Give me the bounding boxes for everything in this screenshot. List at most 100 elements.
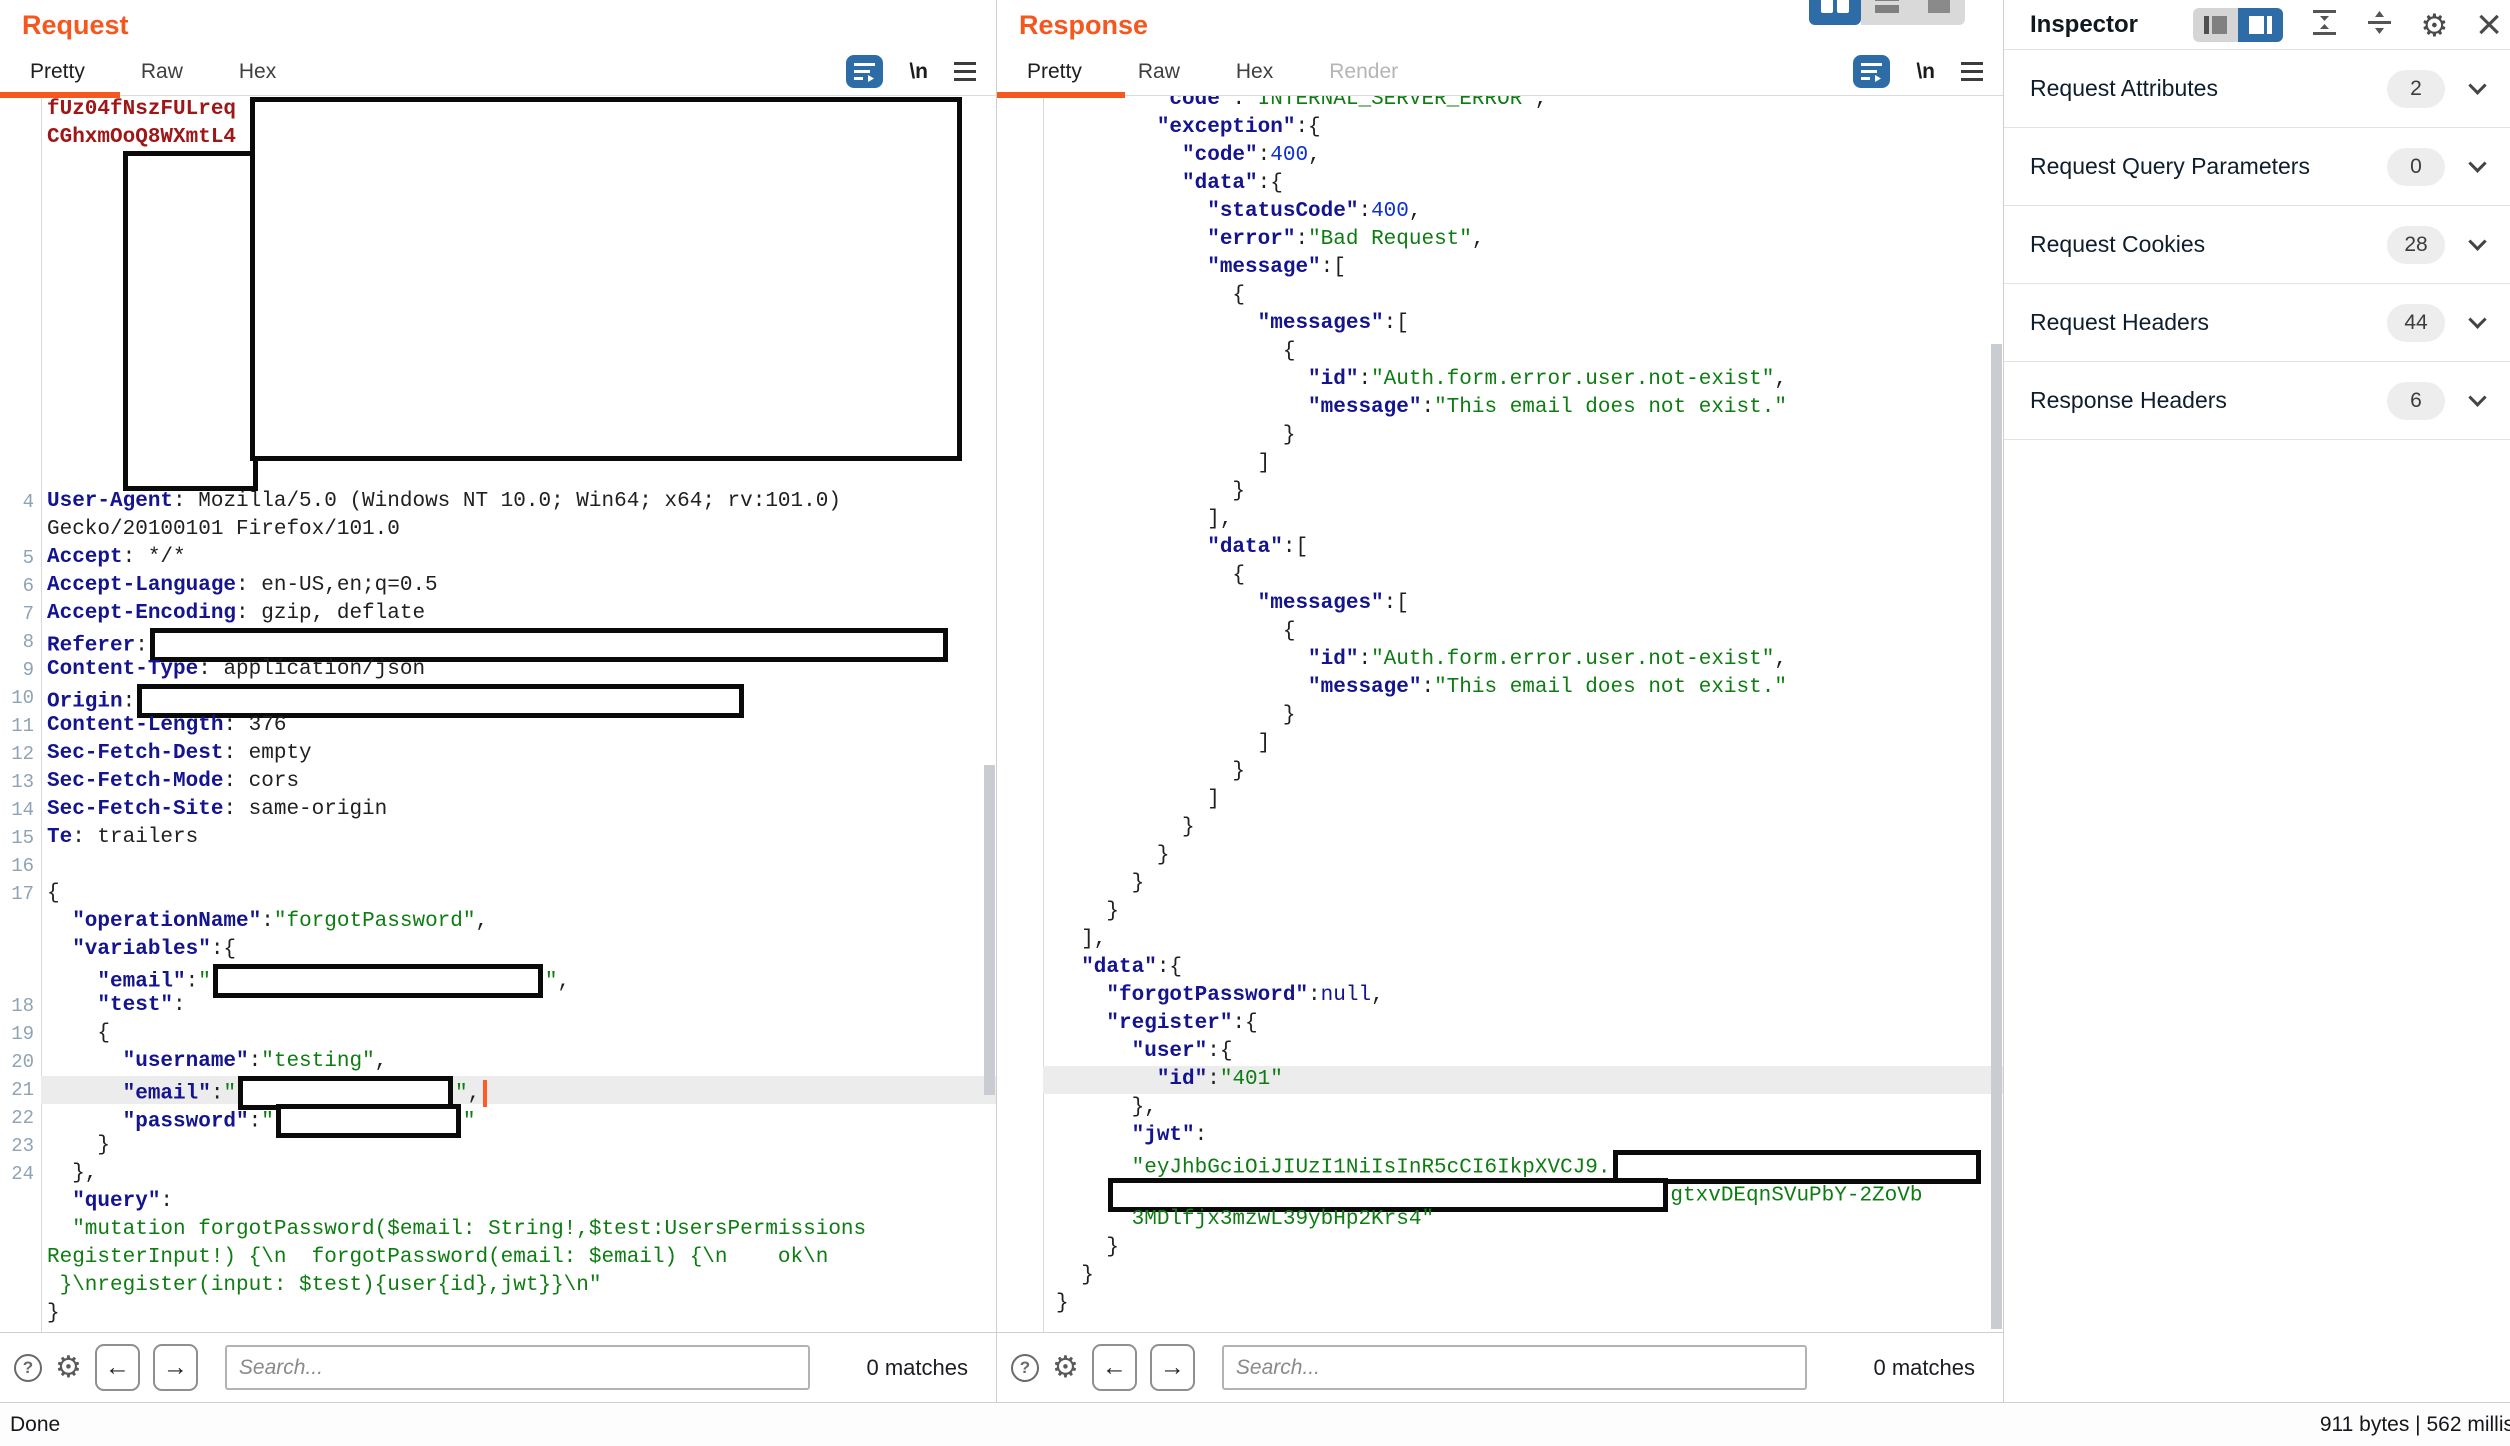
chevron-down-icon[interactable] xyxy=(2468,232,2486,250)
tab-raw[interactable]: Raw xyxy=(1138,60,1180,84)
code-line: "messages":[ xyxy=(1043,590,2003,618)
line-number xyxy=(0,908,41,936)
word-wrap-icon[interactable] xyxy=(846,55,883,88)
code-line: "message":[ xyxy=(1043,254,2003,282)
code-row: ] xyxy=(997,786,2003,814)
status-message: Done xyxy=(10,1413,60,1437)
layout-combined-icon[interactable] xyxy=(1913,0,1965,25)
code-segment: "data" xyxy=(1056,172,1258,195)
help-icon[interactable]: ? xyxy=(14,1354,42,1382)
chevron-down-icon[interactable] xyxy=(2468,388,2486,406)
code-segment: { xyxy=(47,1022,110,1045)
code-row: "exception":{ xyxy=(997,114,2003,142)
code-segment: null xyxy=(1321,984,1371,1007)
code-segment: "data" xyxy=(1056,956,1157,979)
code-row: 23 } xyxy=(0,1132,996,1160)
request-editor[interactable]: fUz04fNszFULreqCGhxmOoQ8WXmtL44User-Agen… xyxy=(0,96,996,1332)
tab-render[interactable]: Render xyxy=(1329,60,1398,84)
code-line: "messages":[ xyxy=(1043,310,2003,338)
layout-columns-icon[interactable] xyxy=(1809,0,1861,25)
code-segment: " xyxy=(455,1083,468,1106)
code-row: } xyxy=(997,870,2003,898)
code-row: 4User-Agent: Mozilla/5.0 (Windows NT 10.… xyxy=(0,488,996,516)
search-next-button[interactable]: → xyxy=(153,1344,198,1391)
response-editor[interactable]: "code":"INTERNAL_SERVER_ERROR", "excepti… xyxy=(997,96,2003,1332)
dock-left-icon[interactable] xyxy=(2193,8,2238,42)
code-line: "test": xyxy=(41,992,996,1020)
section-response-headers[interactable]: Response Headers6 xyxy=(2004,362,2510,440)
newline-toggle[interactable]: \n xyxy=(909,60,928,84)
chevron-down-icon[interactable] xyxy=(2468,154,2486,172)
chevron-down-icon[interactable] xyxy=(2468,76,2486,94)
chevron-down-icon[interactable] xyxy=(2468,310,2486,328)
code-segment: "messages" xyxy=(1056,312,1384,335)
section-request-query-parameters[interactable]: Request Query Parameters0 xyxy=(2004,128,2510,206)
code-line: Sec-Fetch-Mode: cors xyxy=(41,768,996,796)
gear-icon[interactable]: ⚙ xyxy=(1052,1353,1079,1383)
code-segment: "forgotPassword" xyxy=(274,910,476,933)
tab-raw[interactable]: Raw xyxy=(141,60,183,84)
code-line: }, xyxy=(1043,1094,2003,1122)
code-segment: Te xyxy=(47,826,72,849)
tab-pretty[interactable]: Pretty xyxy=(1027,60,1082,84)
tab-hex[interactable]: Hex xyxy=(239,60,276,84)
code-segment: "This email does not exist." xyxy=(1434,396,1787,419)
code-segment: "username" xyxy=(47,1050,249,1073)
code-line: "id":"Auth.form.error.user.not-exist", xyxy=(1043,646,2003,674)
code-segment: :{ xyxy=(211,938,236,961)
code-segment: Content-Type xyxy=(47,658,198,681)
dock-right-icon[interactable] xyxy=(2238,8,2283,42)
inspector-settings-icon[interactable]: ⚙ xyxy=(2421,10,2449,41)
tab-hex[interactable]: Hex xyxy=(1236,60,1273,84)
code-segment: RegisterInput!) {\n forgotPassword(email… xyxy=(47,1246,828,1269)
help-icon[interactable]: ? xyxy=(1011,1354,1039,1382)
line-number xyxy=(997,926,1043,954)
code-segment: CGhxmOoQ8WXmtL4 xyxy=(47,126,236,149)
layout-rows-icon[interactable] xyxy=(1861,0,1913,25)
word-wrap-icon[interactable] xyxy=(1853,55,1890,88)
request-search-input[interactable] xyxy=(225,1345,810,1390)
collapse-all-icon[interactable] xyxy=(2311,9,2338,41)
code-row: "forgotPassword":null, xyxy=(997,982,2003,1010)
code-segment: }\nregister(input: $test){user{id},jwt}}… xyxy=(47,1274,602,1297)
tab-pretty[interactable]: Pretty xyxy=(30,60,85,84)
gear-icon[interactable]: ⚙ xyxy=(55,1353,82,1383)
hamburger-menu-icon[interactable] xyxy=(954,62,976,81)
code-segment: ], xyxy=(1056,508,1232,531)
code-segment: 400 xyxy=(1270,144,1308,167)
request-panel-title: Request xyxy=(22,10,129,41)
code-row: ] xyxy=(997,730,2003,758)
hamburger-menu-icon[interactable] xyxy=(1961,62,1983,81)
code-row: "message":"This email does not exist." xyxy=(997,674,2003,702)
search-prev-button[interactable]: ← xyxy=(1092,1344,1137,1391)
line-number xyxy=(997,1066,1043,1094)
request-scrollbar-thumb[interactable] xyxy=(984,765,995,1095)
response-scrollbar-thumb[interactable] xyxy=(1991,344,2002,1329)
code-line: "forgotPassword":null, xyxy=(1043,982,2003,1010)
code-row: { xyxy=(997,618,2003,646)
code-segment: , xyxy=(468,1083,481,1106)
code-segment: "Bad Request" xyxy=(1308,228,1472,251)
newline-toggle[interactable]: \n xyxy=(1916,60,1935,84)
line-number xyxy=(997,1178,1043,1206)
search-prev-button[interactable]: ← xyxy=(95,1344,140,1391)
line-number: 21 xyxy=(0,1076,41,1104)
code-segment: "user" xyxy=(1056,1040,1207,1063)
code-row: 14Sec-Fetch-Site: same-origin xyxy=(0,796,996,824)
line-number: 13 xyxy=(0,768,41,796)
code-line: } xyxy=(1043,814,2003,842)
section-request-cookies[interactable]: Request Cookies28 xyxy=(2004,206,2510,284)
section-request-attributes[interactable]: Request Attributes2 xyxy=(2004,50,2510,128)
code-row: } xyxy=(997,758,2003,786)
code-line: { xyxy=(41,880,996,908)
expand-all-icon[interactable] xyxy=(2366,9,2393,41)
response-search-input[interactable] xyxy=(1222,1345,1807,1390)
code-segment: { xyxy=(47,882,60,905)
search-next-button[interactable]: → xyxy=(1150,1344,1195,1391)
code-line: "message":"This email does not exist." xyxy=(1043,674,2003,702)
code-row: } xyxy=(997,1262,2003,1290)
section-request-headers[interactable]: Request Headers44 xyxy=(2004,284,2510,362)
code-row: "operationName":"forgotPassword", xyxy=(0,908,996,936)
inspector-close-icon[interactable]: × xyxy=(2476,12,2502,38)
code-segment: :[ xyxy=(1283,536,1308,559)
